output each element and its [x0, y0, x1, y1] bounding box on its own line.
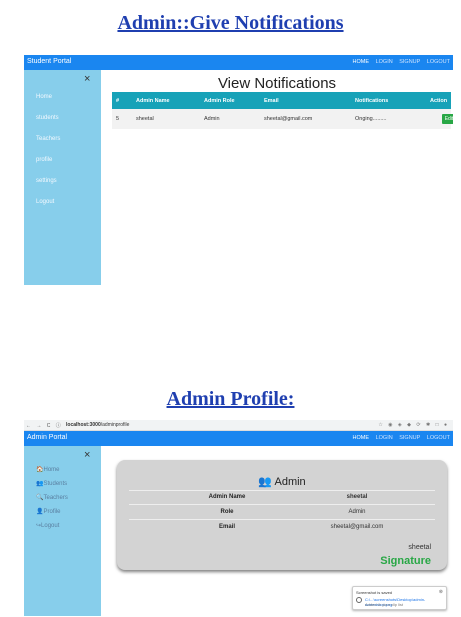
divider	[129, 490, 435, 491]
menu-login[interactable]: LOGIN	[376, 59, 393, 65]
top-menu: HOME LOGIN SIGNUP LOGOUT	[348, 59, 450, 65]
url-path: /adminprofile	[100, 422, 130, 428]
sidebar: × 🏠Home 👥Students 🔍Teachers 👤Profile ↪Lo…	[24, 446, 101, 616]
toast-subtext: Added to your clip list	[365, 602, 404, 607]
sidebar-item-logout[interactable]: ↪Logout	[36, 522, 59, 529]
admin-group-icon: 👥	[258, 476, 273, 488]
menu-signup[interactable]: SIGNUP	[399, 59, 420, 65]
sidebar-item-profile[interactable]: 👤Profile	[36, 508, 61, 515]
sidebar-item-teachers[interactable]: Teachers	[36, 136, 60, 142]
signature: Signature	[380, 555, 431, 567]
field-value-email: sheetal@gmail.com	[330, 524, 384, 530]
menu-logout[interactable]: LOGOUT	[427, 435, 450, 441]
sidebar: × Home students Teachers profile setting…	[24, 70, 101, 285]
toast-title: Screenshot is saved	[356, 590, 393, 595]
menu-home[interactable]: HOME	[353, 59, 370, 65]
menu-logout[interactable]: LOGOUT	[427, 59, 450, 65]
file-icon	[356, 597, 362, 603]
cell-notification: Onging.........	[355, 116, 387, 122]
card-title: 👥 Admin	[258, 476, 306, 488]
column-header: Action	[430, 98, 448, 104]
column-header: #	[116, 98, 120, 104]
top-menu: HOME LOGIN SIGNUP LOGOUT	[348, 435, 450, 441]
cell-role: Admin	[204, 116, 220, 122]
page-title: View Notifications	[217, 75, 337, 92]
edit-button[interactable]: Edit	[442, 114, 453, 124]
column-header: Admin Role	[204, 98, 235, 104]
close-icon[interactable]: ×	[84, 73, 90, 85]
table-row: 5 sheetal Admin sheetal@gmail.com Onging…	[112, 109, 453, 129]
cell-email: sheetal@gmail.com	[264, 116, 313, 122]
address-bar[interactable]: localhost:3000/adminprofile	[66, 422, 129, 428]
notifications-table: # Admin Name Admin Role Email Notificati…	[112, 92, 453, 129]
field-label-role: Role	[220, 509, 234, 515]
cell-id: 5	[116, 116, 120, 122]
field-value-role: Admin	[348, 509, 366, 515]
notifications-screenshot: Student Portal HOME LOGIN SIGNUP LOGOUT …	[24, 55, 453, 285]
screenshot-saved-toast[interactable]: Screenshot is saved ⊗ C:\...\screenshots…	[352, 586, 447, 610]
menu-home[interactable]: HOME	[353, 435, 370, 441]
close-icon[interactable]: ×	[84, 449, 90, 461]
close-icon[interactable]: ⊗	[439, 589, 443, 595]
sidebar-item-profile[interactable]: profile	[36, 157, 52, 163]
sidebar-item-logout[interactable]: Logout	[36, 199, 54, 205]
section-heading-profile: Admin Profile:	[166, 388, 295, 410]
divider	[129, 519, 435, 520]
menu-login[interactable]: LOGIN	[376, 435, 393, 441]
field-value-name: sheetal	[346, 494, 368, 500]
field-label-email: Email	[218, 524, 235, 530]
extension-icons: ☆ ◉ ◈ ◆ ⟳ ✱ □ ●	[378, 422, 449, 428]
signature-name: sheetal	[408, 544, 431, 551]
navbar: Student Portal HOME LOGIN SIGNUP LOGOUT	[24, 55, 453, 70]
brand-label[interactable]: Student Portal	[27, 58, 71, 65]
profile-card: 👥 Admin Admin Name sheetal Role Admin Em…	[117, 460, 447, 570]
url-host: localhost:3000	[66, 422, 101, 428]
sidebar-item-home[interactable]: Home	[36, 94, 52, 100]
navbar: Admin Portal HOME LOGIN SIGNUP LOGOUT	[24, 431, 453, 446]
sidebar-item-students[interactable]: students	[36, 115, 59, 121]
cell-name: sheetal	[136, 116, 154, 122]
divider	[129, 504, 435, 505]
sidebar-item-settings[interactable]: settings	[36, 178, 57, 184]
column-header: Email	[264, 98, 279, 104]
section-heading-notifications: Admin::Give Notifications	[117, 12, 344, 34]
browser-toolbar: ← → C ⓘ localhost:3000/adminprofile ☆ ◉ …	[24, 420, 453, 431]
browser-nav-icons[interactable]: ← → C ⓘ	[26, 422, 63, 429]
sidebar-item-teachers[interactable]: 🔍Teachers	[36, 494, 68, 501]
sidebar-item-students[interactable]: 👥Students	[36, 480, 67, 487]
column-header: Notifications	[355, 98, 389, 104]
brand-label[interactable]: Admin Portal	[27, 434, 67, 441]
field-label-name: Admin Name	[208, 494, 246, 500]
table-header: # Admin Name Admin Role Email Notificati…	[112, 92, 451, 109]
column-header: Admin Name	[136, 98, 170, 104]
menu-signup[interactable]: SIGNUP	[399, 435, 420, 441]
sidebar-item-home[interactable]: 🏠Home	[36, 466, 60, 473]
